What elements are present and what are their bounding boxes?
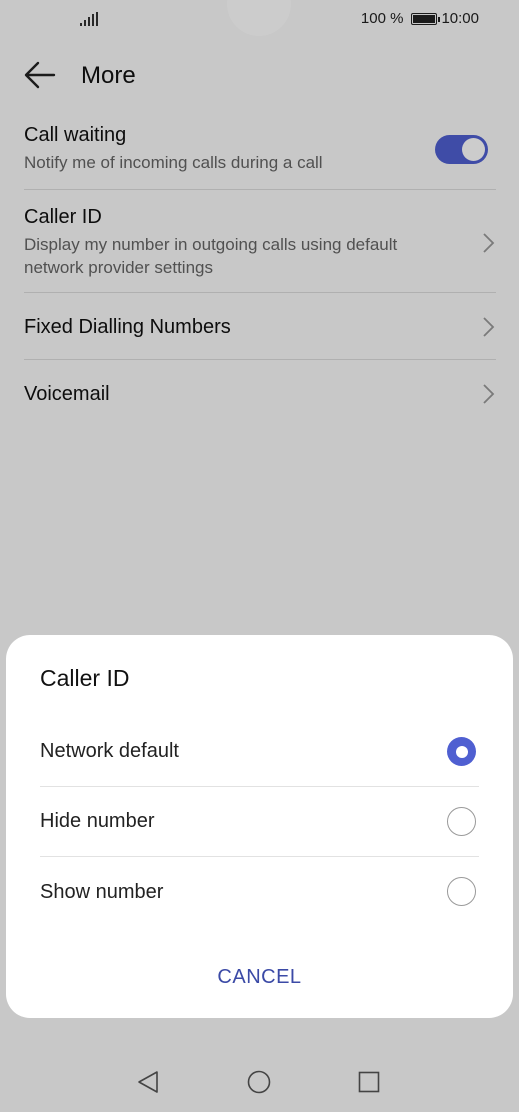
dialog-title: Caller ID	[40, 665, 130, 691]
option-label: Show number	[40, 880, 164, 903]
radio-selected[interactable]	[447, 737, 476, 766]
cancel-button[interactable]: CANCEL	[6, 952, 513, 1002]
radio-unselected[interactable]	[447, 877, 476, 906]
option-network-default[interactable]: Network default	[40, 717, 479, 787]
phone-screen: 100 % 10:00 More Call waiting Notify me …	[0, 0, 519, 1112]
caller-id-dialog: Caller ID Network default Hide number Sh…	[6, 635, 513, 1018]
option-list: Network default Hide number Show number	[40, 717, 479, 927]
option-label: Network default	[40, 740, 179, 762]
option-show-number[interactable]: Show number	[40, 857, 479, 927]
option-hide-number[interactable]: Hide number	[40, 787, 479, 857]
option-label: Hide number	[40, 810, 155, 832]
radio-unselected[interactable]	[447, 807, 476, 836]
